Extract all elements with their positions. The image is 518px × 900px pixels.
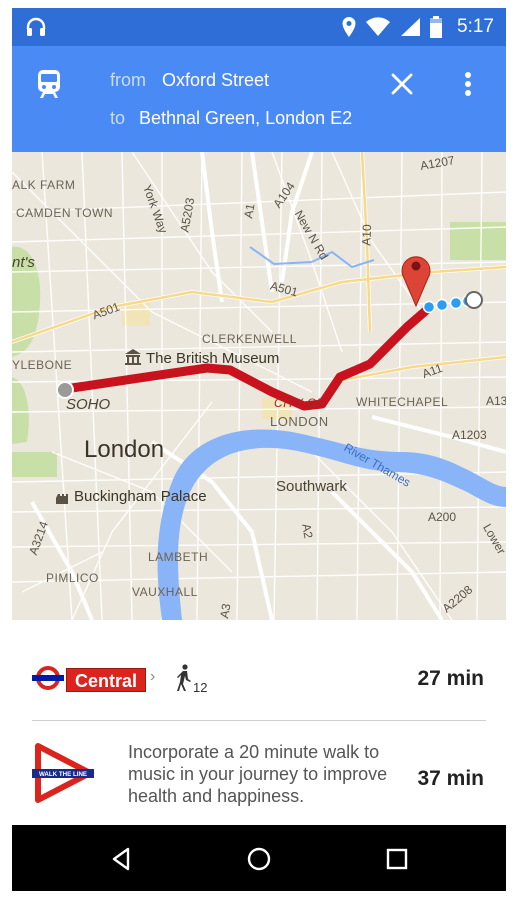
svg-text:WALK THE LINE: WALK THE LINE — [39, 771, 87, 778]
status-bar: 5:17 — [12, 8, 506, 46]
status-icons: 5:17 — [341, 8, 494, 46]
hyde-park — [12, 377, 29, 444]
london-underground-roundel-icon — [32, 666, 64, 690]
map-label: A13 — [486, 394, 506, 408]
map-label: SOHO — [66, 396, 111, 413]
recent-apps-icon[interactable] — [383, 845, 411, 873]
map-label: The British Museum — [146, 350, 280, 367]
map-label: VAUXHALL — [132, 585, 198, 599]
more-vert-icon[interactable] — [458, 68, 478, 100]
battery-icon — [430, 16, 443, 38]
chevron-right-icon: › — [150, 668, 156, 685]
map-label: Buckingham Palace — [74, 488, 207, 505]
palace-icon — [56, 494, 68, 504]
location-icon — [342, 17, 356, 37]
origin-field[interactable]: Oxford Street — [162, 70, 269, 91]
route-option-central[interactable]: Central › 12 27 min — [12, 620, 506, 720]
train-icon — [38, 70, 60, 98]
map-label: nt's — [12, 254, 35, 271]
map-label: London — [84, 436, 165, 463]
map-label: LONDON — [270, 414, 329, 429]
phone-screen: 5:17 from Oxford Street to Bethnal Green… — [12, 8, 506, 891]
cell-signal-icon — [401, 18, 421, 36]
destination-marker[interactable] — [465, 291, 483, 309]
route-map[interactable]: ALK FARM CAMDEN TOWN nt's YLEBONE SOHO L… — [12, 152, 506, 620]
walking-person-icon — [177, 664, 191, 691]
promo-text: Incorporate a 20 minute walk to music in… — [128, 742, 388, 806]
map-label: CAMDEN TOWN — [16, 206, 114, 220]
map-label: A1203 — [452, 428, 487, 442]
route-option-walk-the-line[interactable]: WALK THE LINE Incorporate a 20 minute wa… — [12, 721, 506, 825]
route-header: from Oxford Street to Bethnal Green, Lon… — [12, 46, 506, 152]
duration: 37 min — [417, 767, 484, 790]
close-icon[interactable] — [388, 70, 416, 98]
map-label: WHITECHAPEL — [356, 395, 449, 409]
map-label: CLERKENWELL — [202, 332, 297, 346]
map-label: A3 — [217, 602, 234, 620]
map-label: LAMBETH — [148, 550, 209, 564]
map-label: YLEBONE — [12, 358, 73, 372]
map-label: A1 — [241, 202, 258, 220]
walk-minutes: 12 — [193, 680, 208, 695]
destination-field[interactable]: Bethnal Green, London E2 — [139, 108, 352, 129]
walk-the-line-logo: WALK THE LINE — [32, 743, 94, 803]
from-label: from — [110, 70, 146, 90]
park-area — [12, 452, 57, 477]
map-label: CITY OF — [274, 396, 325, 410]
to-label: to — [110, 108, 126, 128]
map-label: ALK FARM — [12, 178, 76, 192]
map-label: Southwark — [276, 478, 347, 495]
map-label: A10 — [359, 224, 375, 246]
map-label: A2 — [299, 522, 316, 540]
museum-icon — [125, 349, 141, 365]
line-badge: Central — [66, 668, 147, 692]
map-canvas — [12, 152, 506, 620]
back-icon[interactable] — [108, 845, 136, 873]
headphones-icon — [26, 17, 46, 36]
status-time: 5:17 — [457, 16, 494, 37]
duration: 27 min — [417, 667, 484, 690]
map-label: PIMLICO — [46, 571, 99, 585]
navigation-bar — [12, 825, 506, 891]
map-label: A200 — [428, 510, 457, 524]
home-icon[interactable] — [245, 845, 273, 873]
location-pin-icon[interactable] — [401, 256, 431, 308]
wifi-icon — [366, 17, 391, 36]
